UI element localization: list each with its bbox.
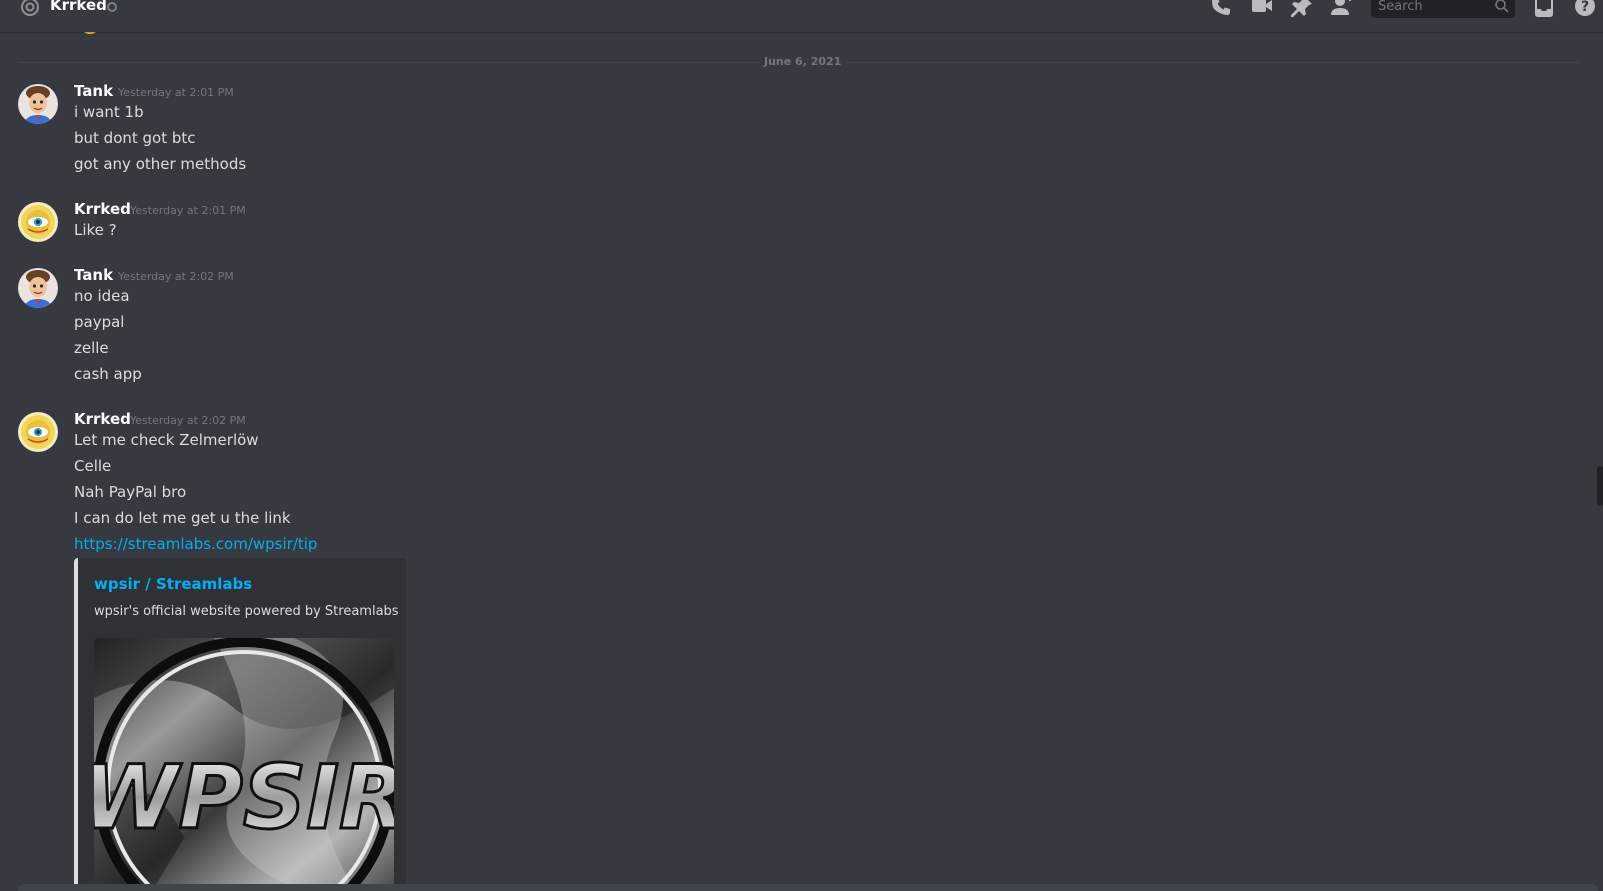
message-text: cash app	[74, 365, 142, 383]
channel-header: Krrked Search ?	[0, 0, 1603, 32]
embed-title[interactable]: wpsir / Streamlabs	[94, 574, 252, 594]
tank-avatar-icon	[18, 84, 58, 124]
avatar[interactable]	[18, 268, 58, 308]
message-text: Celle	[74, 457, 112, 475]
message-author[interactable]: Krrked	[74, 198, 131, 220]
message-input-bar[interactable]	[18, 884, 1598, 891]
help-icon[interactable]: ?	[1573, 0, 1597, 18]
avatar[interactable]	[18, 412, 58, 452]
message-timestamp: Yesterday at 2:01 PM	[118, 86, 234, 99]
message-timestamp: Yesterday at 2:02 PM	[118, 270, 234, 283]
message-text: Let me check Zelmerlöw	[74, 431, 259, 449]
message-text: no idea	[74, 287, 130, 305]
message-timestamp: Yesterday at 2:01 PM	[130, 204, 246, 217]
date-divider-label: June 6, 2021	[760, 54, 846, 70]
phone-call-icon[interactable]	[1209, 0, 1233, 18]
krrked-avatar-icon	[18, 412, 58, 452]
embed-image[interactable]: WPSIR	[94, 638, 394, 888]
embed-description: wpsir's official website powered by Stre…	[94, 604, 399, 619]
offline-status-icon	[107, 2, 117, 12]
inbox-icon[interactable]	[1532, 0, 1556, 18]
message-text: Nah PayPal bro	[74, 483, 187, 501]
at-icon	[21, 0, 39, 16]
channel-title: Krrked	[50, 0, 107, 14]
message-text: I can do let me get u the link	[74, 509, 291, 527]
message-author[interactable]: Krrked	[74, 408, 131, 430]
message-timestamp: Yesterday at 2:02 PM	[130, 414, 246, 427]
search-icon	[1495, 0, 1509, 13]
message-text: paypal	[74, 313, 125, 331]
message-author[interactable]: Tank	[74, 264, 113, 286]
message-text: Like ?	[74, 221, 117, 239]
message-link-line: https://streamlabs.com/wpsir/tip	[74, 533, 317, 555]
avatar[interactable]	[18, 84, 58, 124]
embed-image-text: WPSIR	[94, 746, 394, 849]
dm-chat-window: Krrked Search ? June 6, 2021 Tank Yester…	[0, 0, 1603, 891]
streamlabs-link[interactable]: https://streamlabs.com/wpsir/tip	[74, 535, 317, 553]
tank-avatar-icon	[18, 268, 58, 308]
video-call-icon[interactable]	[1250, 0, 1274, 18]
message-text: got any other methods	[74, 155, 247, 173]
link-embed: wpsir / Streamlabs wpsir's official webs…	[74, 558, 406, 891]
message-text: zelle	[74, 339, 109, 357]
pin-icon[interactable]	[1290, 0, 1314, 18]
add-friend-icon[interactable]	[1329, 0, 1353, 18]
krrked-avatar-icon	[18, 202, 58, 242]
wpsir-logo-image: WPSIR	[94, 638, 394, 888]
message-text: i want 1b	[74, 103, 144, 121]
message-author[interactable]: Tank	[74, 80, 113, 102]
scrollbar-thumb[interactable]	[1597, 466, 1603, 506]
message-text: but dont got btc	[74, 129, 196, 147]
avatar[interactable]	[18, 202, 58, 242]
svg-text:?: ?	[1581, 0, 1589, 15]
